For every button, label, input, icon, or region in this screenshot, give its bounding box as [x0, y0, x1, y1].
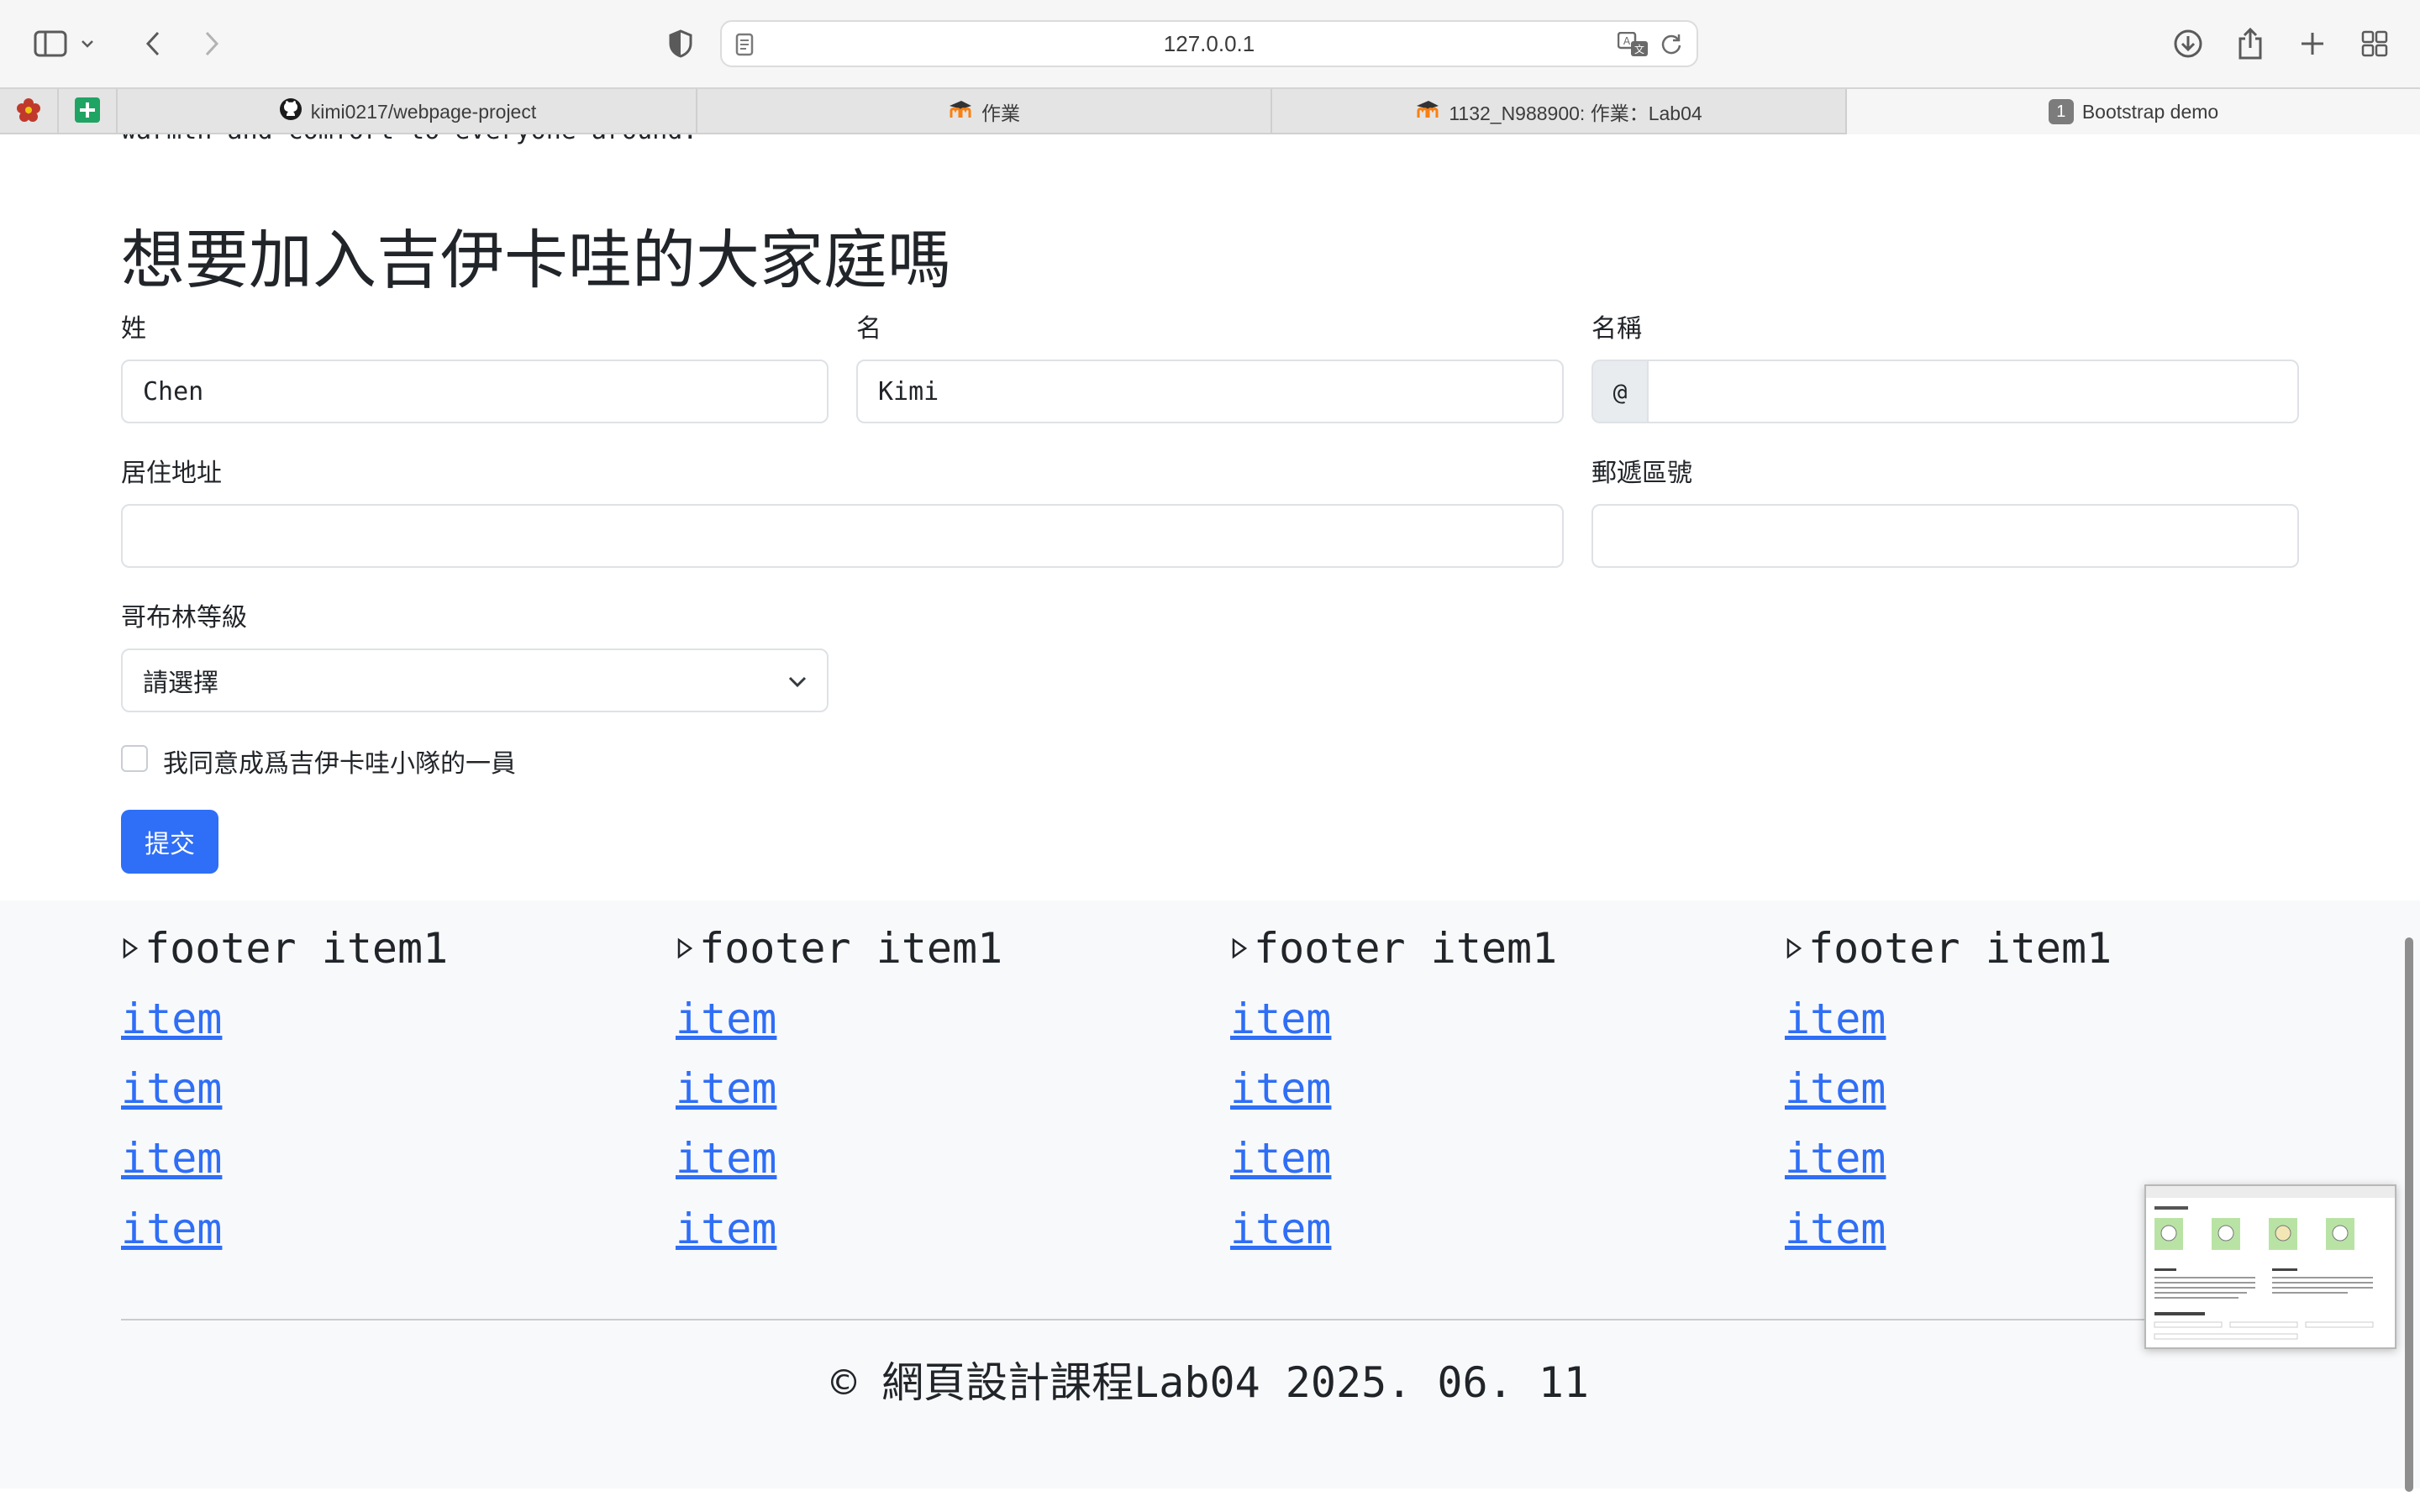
zip-label: 郵遞區號	[1591, 459, 1692, 487]
footer: footer item1 item item item item footer …	[0, 900, 2420, 1488]
tab-label: 作業	[981, 102, 1020, 124]
footer-heading-text: footer item1	[145, 924, 449, 973]
tab-label: Bootstrap demo	[2081, 100, 2219, 123]
footer-column-heading[interactable]: footer item1	[121, 924, 448, 973]
nickname-input[interactable]	[1647, 360, 2299, 423]
first-name-label: 名	[856, 315, 881, 343]
pinned-tab-flower[interactable]	[0, 89, 59, 134]
svg-text:A: A	[1623, 35, 1631, 47]
footer-link[interactable]: item	[676, 1064, 776, 1113]
github-icon	[279, 97, 302, 126]
share-icon[interactable]	[2225, 18, 2275, 69]
download-icon[interactable]	[2163, 18, 2213, 69]
tab-github[interactable]: kimi0217/webpage-project	[119, 89, 697, 134]
last-name-label: 姓	[121, 315, 146, 343]
footer-column-heading[interactable]: footer item1	[1230, 924, 1557, 973]
flower-icon	[15, 97, 42, 128]
address-label: 居住地址	[121, 459, 222, 487]
tab-label: kimi0217/webpage-project	[310, 100, 537, 123]
footer-link[interactable]: item	[676, 1205, 776, 1253]
footer-link[interactable]: item	[121, 995, 222, 1043]
back-icon[interactable]	[128, 18, 178, 69]
footer-link[interactable]: item	[121, 1064, 222, 1113]
footer-link[interactable]: item	[676, 995, 776, 1043]
url-text: 127.0.0.1	[1163, 30, 1255, 56]
thumbnail-image	[2146, 1186, 2395, 1340]
nickname-label: 名稱	[1591, 315, 1642, 343]
chevron-down-icon	[788, 666, 807, 695]
browser-toolbar: 127.0.0.1 A文	[0, 0, 2420, 87]
footer-divider	[121, 1319, 2299, 1320]
goblin-level-label: 哥布林等級	[121, 604, 247, 632]
last-name-input[interactable]: Chen	[121, 360, 829, 423]
scrollbar-thumb[interactable]	[2405, 937, 2413, 1492]
copyright-text: © 網頁設計課程Lab04 2025. 06. 11	[830, 1358, 1590, 1407]
page-thumbnail-preview[interactable]	[2144, 1184, 2396, 1349]
footer-link[interactable]: item	[1230, 995, 1331, 1043]
footer-link[interactable]: item	[1230, 1205, 1331, 1253]
disclosure-triangle-icon	[1785, 937, 1803, 959]
footer-column-heading[interactable]: footer item1	[676, 924, 1002, 973]
footer-link[interactable]: item	[676, 1134, 776, 1183]
tab-homework[interactable]: 作業	[697, 89, 1272, 134]
footer-link[interactable]: item	[1785, 1134, 1886, 1183]
footer-link[interactable]: item	[1785, 1205, 1886, 1253]
forward-icon[interactable]	[187, 18, 237, 69]
tab-label: 1132_N988900: 作業：Lab04	[1449, 102, 1702, 124]
tab-bar: kimi0217/webpage-project 作業 1132_N988900…	[0, 87, 2420, 134]
privacy-shield-icon[interactable]	[655, 18, 706, 69]
goblin-level-selected: 請選擇	[143, 669, 218, 697]
disclosure-triangle-icon	[1230, 937, 1249, 959]
sidebar-toggle-icon[interactable]	[25, 18, 76, 69]
svg-text:文: 文	[1634, 43, 1644, 55]
address-input[interactable]	[121, 504, 1564, 568]
footer-column-heading[interactable]: footer item1	[1785, 924, 2112, 973]
at-prefix: @	[1591, 360, 1647, 423]
agree-label: 我同意成爲吉伊卡哇小隊的一員	[163, 750, 516, 778]
footer-heading-text: footer item1	[1254, 924, 1558, 973]
sheets-icon	[74, 97, 101, 128]
footer-link[interactable]: item	[121, 1205, 222, 1253]
disclosure-triangle-icon	[121, 937, 139, 959]
tab-overview-icon[interactable]	[2349, 18, 2400, 69]
moodle-icon	[1415, 99, 1440, 124]
goblin-level-select[interactable]: 請選擇	[121, 648, 829, 712]
footer-link[interactable]: item	[1230, 1134, 1331, 1183]
reload-icon[interactable]	[1660, 33, 1683, 60]
zip-input[interactable]	[1591, 504, 2299, 568]
footer-heading-text: footer item1	[699, 924, 1003, 973]
address-bar[interactable]: 127.0.0.1 A文	[720, 20, 1698, 67]
tab-number-badge: 1	[2048, 99, 2074, 124]
moodle-icon	[948, 99, 973, 124]
nickname-input-group: @	[1591, 360, 2299, 423]
footer-link[interactable]: item	[1230, 1064, 1331, 1113]
footer-link[interactable]: item	[121, 1134, 222, 1183]
footer-link[interactable]: item	[1785, 1064, 1886, 1113]
pinned-tab-sheets[interactable]	[59, 89, 118, 134]
first-name-input[interactable]: Kimi	[856, 360, 1564, 423]
submit-button[interactable]: 提交	[121, 810, 218, 874]
new-tab-icon[interactable]	[2287, 18, 2338, 69]
disclosure-triangle-icon	[676, 937, 694, 959]
tab-lab04[interactable]: 1132_N988900: 作業：Lab04	[1272, 89, 1847, 134]
page-heading: 想要加入吉伊卡哇的大家庭嗎	[121, 223, 951, 297]
footer-link[interactable]: item	[1785, 995, 1886, 1043]
agree-checkbox[interactable]	[121, 745, 148, 772]
intro-text-fragment: warmth and comfort to everyone around.	[121, 134, 697, 145]
footer-heading-text: footer item1	[1808, 924, 2112, 973]
page-content: warmth and comfort to everyone around. 想…	[0, 134, 2420, 1512]
tab-bootstrap-demo[interactable]: 1 Bootstrap demo	[1847, 89, 2420, 134]
chevron-down-icon[interactable]	[72, 18, 103, 69]
translate-icon[interactable]: A文	[1617, 31, 1649, 61]
